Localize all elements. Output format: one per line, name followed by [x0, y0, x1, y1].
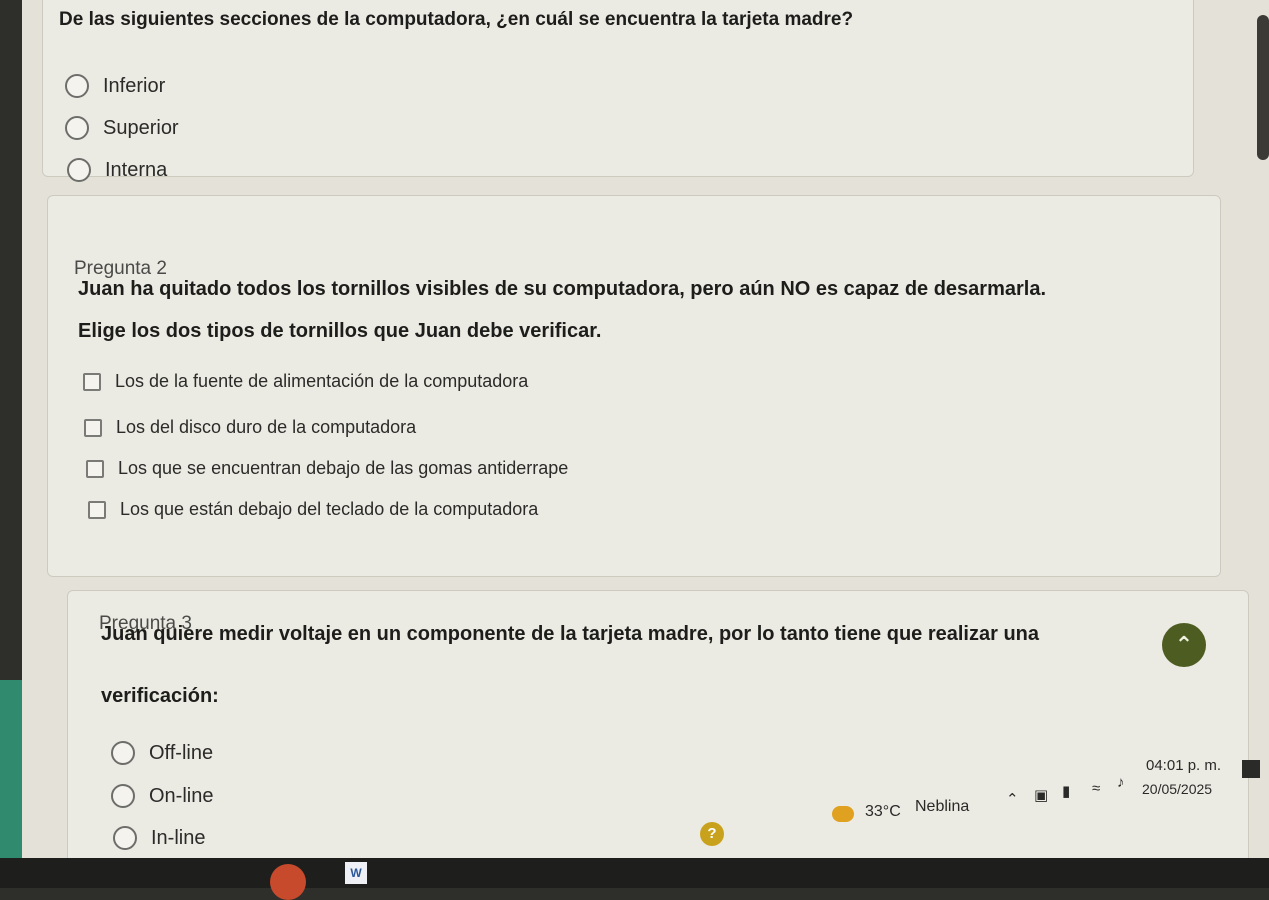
q2-option-hard-drive[interactable]: Los del disco duro de la computadora: [84, 417, 416, 438]
checkbox[interactable]: [88, 500, 106, 519]
double-chevron-up-icon: ⌃: [1174, 632, 1194, 657]
option-label: On-line: [149, 784, 214, 807]
radio-button[interactable]: [65, 74, 89, 98]
q3-option-in-line[interactable]: In-line: [113, 826, 205, 850]
help-icon[interactable]: ?: [700, 822, 724, 846]
word-icon[interactable]: W: [345, 862, 367, 884]
question-3-text-continued: verificación:: [101, 685, 219, 707]
checkbox[interactable]: [84, 418, 102, 437]
q1-option-inferior[interactable]: Inferior: [65, 74, 165, 98]
question-3-text: Juan quiere medir voltaje en un componen…: [101, 623, 1039, 645]
question-2-text: Juan ha quitado todos los tornillos visi…: [78, 278, 1047, 300]
clock-time[interactable]: 04:01 p. m.: [1146, 757, 1221, 774]
q1-option-interna[interactable]: Interna: [67, 158, 167, 182]
option-label: In-line: [151, 826, 206, 849]
taskbar-bottom: W: [0, 858, 1269, 900]
option-label: Los del disco duro de la computadora: [116, 417, 417, 437]
question-2-instruction: Elige los dos tipos de tornillos que Jua…: [78, 320, 602, 342]
radio-button[interactable]: [113, 826, 137, 850]
weather-temperature: 33°C: [865, 803, 901, 820]
option-label: Los que están debajo del teclado de la c…: [120, 499, 539, 519]
q3-option-on-line[interactable]: On-line: [111, 784, 213, 808]
radio-button[interactable]: [111, 741, 135, 765]
scroll-to-top-button[interactable]: ⌃: [1162, 623, 1206, 667]
chevron-up-icon[interactable]: ⌃: [1006, 790, 1019, 808]
wifi-icon[interactable]: ≈: [1092, 780, 1100, 797]
option-label: Inferior: [103, 74, 166, 97]
browser-content: De las siguientes secciones de la comput…: [22, 0, 1269, 888]
option-label: Superior: [103, 116, 179, 139]
question-3-card: Pregunta 3 Juan quiere medir voltaje en …: [67, 590, 1249, 888]
radio-button[interactable]: [111, 784, 135, 808]
q2-option-keyboard[interactable]: Los que están debajo del teclado de la c…: [88, 499, 538, 520]
notification-icon[interactable]: [1242, 760, 1260, 778]
q1-option-superior[interactable]: Superior: [65, 116, 179, 140]
q2-option-rubber-feet[interactable]: Los que se encuentran debajo de las goma…: [86, 458, 568, 479]
option-label: Off-line: [149, 741, 214, 764]
speaker-icon[interactable]: ♪: [1117, 774, 1125, 791]
clock-date[interactable]: 20/05/2025: [1142, 781, 1212, 797]
option-label: Interna: [105, 158, 168, 181]
camera-icon[interactable]: ▣: [1034, 786, 1048, 804]
question-2-card: Pregunta 2 Juan ha quitado todos los tor…: [47, 195, 1221, 577]
option-label: Los que se encuentran debajo de las goma…: [118, 458, 569, 478]
option-label: Los de la fuente de alimentación de la c…: [115, 371, 529, 391]
radio-button[interactable]: [67, 158, 91, 182]
weather-icon: [832, 806, 854, 822]
app-icon[interactable]: [270, 864, 306, 900]
question-1-text: De las siguientes secciones de la comput…: [59, 9, 854, 30]
left-edge-strip: [0, 680, 22, 860]
battery-icon[interactable]: ▮: [1062, 782, 1070, 800]
q2-option-power-supply[interactable]: Los de la fuente de alimentación de la c…: [83, 371, 528, 392]
scrollbar-thumb[interactable]: [1257, 15, 1269, 160]
checkbox[interactable]: [86, 459, 104, 478]
question-1-card: De las siguientes secciones de la comput…: [42, 0, 1194, 182]
q3-option-off-line[interactable]: Off-line: [111, 741, 213, 765]
radio-button[interactable]: [65, 116, 89, 140]
weather-condition: Neblina: [915, 798, 970, 815]
checkbox[interactable]: [83, 372, 101, 391]
question-2-label: Pregunta 2: [74, 258, 167, 279]
